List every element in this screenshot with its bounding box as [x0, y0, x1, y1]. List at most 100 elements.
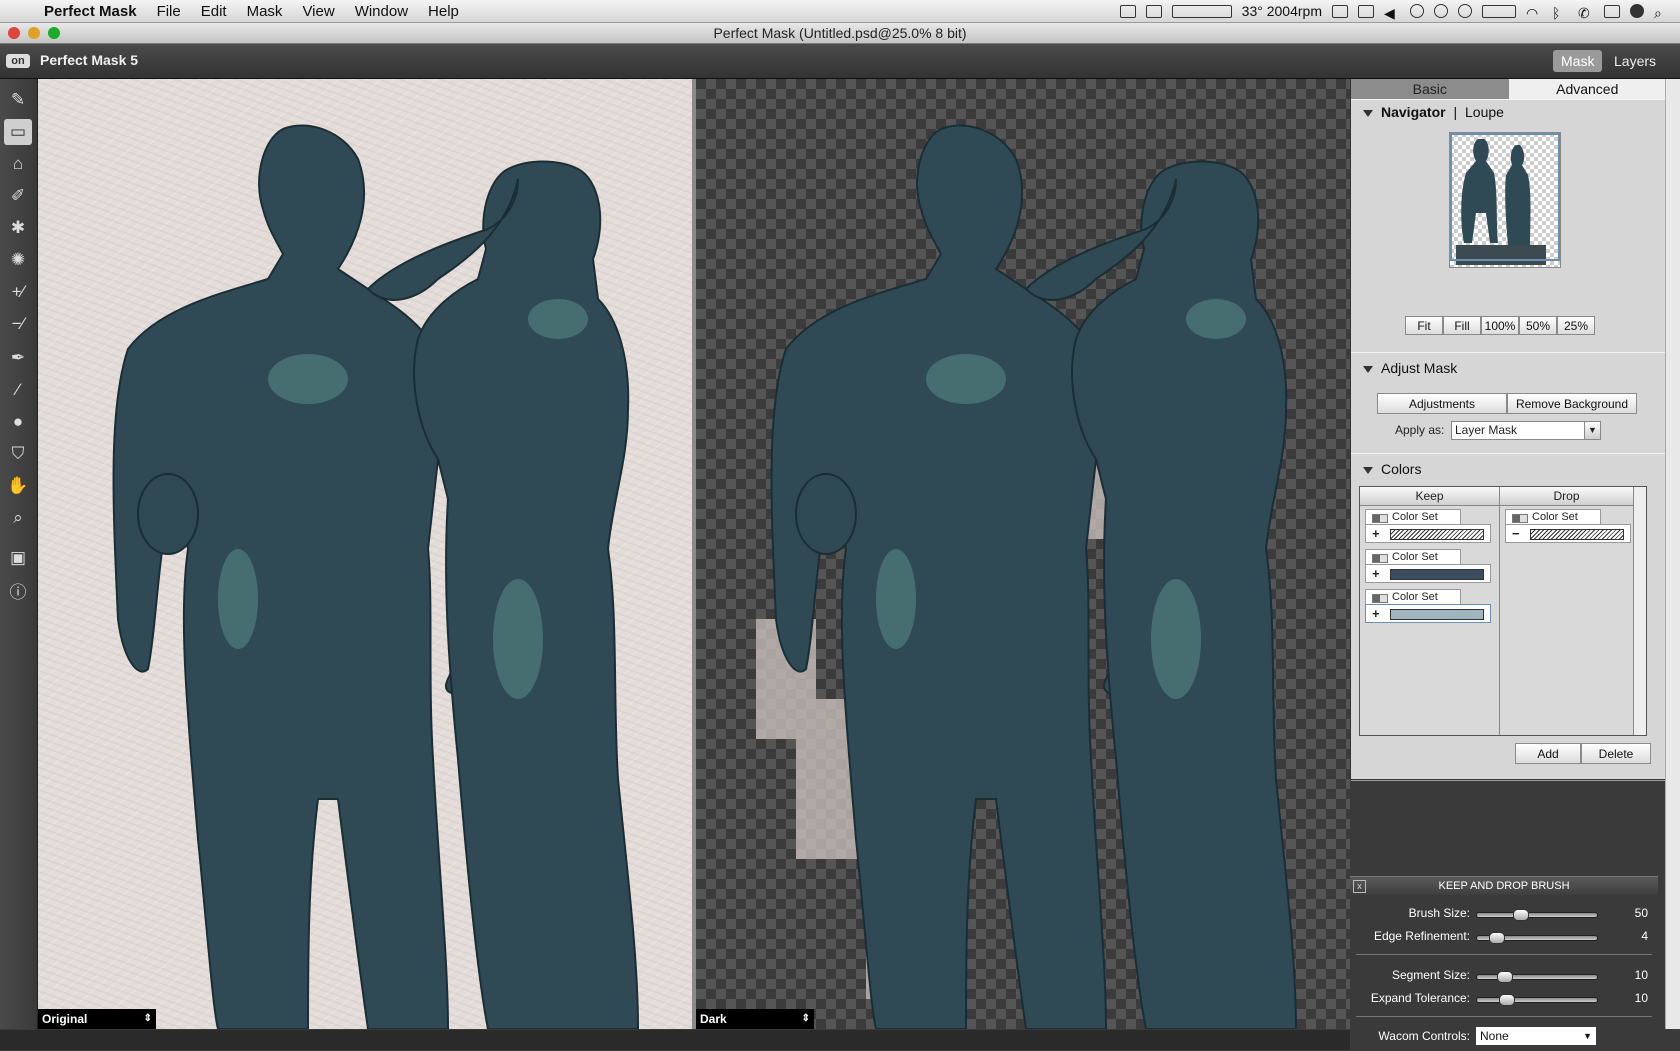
delete-color-set-button[interactable]: Delete [1581, 743, 1651, 764]
disclosure-triangle-icon[interactable] [1363, 467, 1373, 474]
hand-tool-icon[interactable]: ✋ [4, 473, 32, 499]
bucket-tool-icon[interactable]: ⌂ [4, 151, 32, 177]
zoom-100-button[interactable]: 100% [1481, 316, 1519, 335]
edge-refinement-value[interactable]: 4 [1641, 929, 1648, 943]
keep-color-set-3[interactable]: Color Set + [1365, 589, 1491, 625]
left-view-select[interactable]: Original ⇕ [38, 1009, 156, 1029]
adjust-mask-title[interactable]: Adjust Mask [1381, 360, 1457, 376]
result-preview-pane[interactable]: Dark ⇕ [696, 79, 1350, 1029]
magic-brush-tool-icon[interactable]: ✱ [4, 215, 32, 241]
color-set-swatch-row[interactable]: + [1365, 524, 1491, 543]
tab-basic[interactable]: Basic [1351, 79, 1509, 99]
menu-file[interactable]: File [147, 3, 191, 20]
colors-title[interactable]: Colors [1381, 461, 1421, 477]
keep-eyedropper-icon[interactable]: +⁄ [4, 279, 32, 305]
chisel-tool-icon[interactable]: ⁄ [4, 377, 32, 403]
zoom-window-button[interactable] [48, 27, 60, 39]
color-set-swatch-row[interactable]: + [1365, 604, 1491, 623]
time-machine-icon[interactable] [1434, 4, 1448, 18]
brush-size-value[interactable]: 50 [1635, 906, 1648, 920]
user-icon[interactable] [1630, 4, 1644, 18]
keep-drop-brush-tool-icon[interactable]: ✎ [4, 87, 32, 113]
plus-icon[interactable]: + [1372, 605, 1380, 622]
color-swatch[interactable] [1390, 529, 1484, 540]
minus-icon[interactable]: − [1512, 525, 1520, 542]
right-view-select[interactable]: Dark ⇕ [696, 1009, 814, 1029]
expand-tolerance-value[interactable]: 10 [1635, 991, 1648, 1005]
status-icon-2[interactable] [1145, 4, 1162, 18]
splatter-tool-icon[interactable]: ✺ [4, 247, 32, 273]
blur-tool-icon[interactable]: ● [4, 409, 32, 435]
color-swatch[interactable] [1530, 529, 1624, 540]
layers-mode-button[interactable]: Layers [1606, 50, 1664, 72]
expand-tolerance-slider[interactable] [1476, 994, 1598, 1006]
remove-background-button[interactable]: Remove Background [1507, 393, 1637, 414]
drop-eyedropper-icon[interactable]: −⁄ [4, 311, 32, 337]
slider-knob[interactable] [1489, 932, 1505, 944]
colors-scrollbar[interactable] [1633, 487, 1646, 735]
navigator-view-rect[interactable] [1450, 133, 1560, 261]
bluetooth-icon[interactable]: ᛒ [1552, 5, 1568, 21]
edge-refinement-slider[interactable] [1476, 932, 1598, 944]
menu-mask[interactable]: Mask [237, 3, 293, 20]
clock-icon[interactable] [1410, 4, 1424, 18]
loupe-tab[interactable]: Loupe [1465, 104, 1504, 120]
keep-color-set-1[interactable]: Color Set + [1365, 509, 1491, 545]
eraser-tool-icon[interactable]: ▭ [4, 119, 32, 145]
calendar-icon[interactable] [1358, 4, 1374, 18]
slider-knob[interactable] [1497, 971, 1513, 983]
disclosure-triangle-icon[interactable] [1363, 110, 1373, 117]
tab-advanced[interactable]: Advanced [1508, 79, 1666, 99]
paint-bucket-icon[interactable]: ⛉ [4, 441, 32, 467]
volume-icon[interactable]: ◀ [1384, 5, 1400, 21]
sync-icon[interactable] [1458, 4, 1472, 18]
slider-knob[interactable] [1499, 994, 1515, 1006]
display-icon[interactable] [1604, 4, 1620, 18]
navigator-title[interactable]: Navigator [1381, 104, 1446, 120]
adjust-mask-header[interactable]: Adjust Mask [1363, 360, 1457, 376]
minimize-window-button[interactable] [28, 27, 40, 39]
zoom-25-button[interactable]: 25% [1557, 316, 1595, 335]
close-icon[interactable]: x [1353, 880, 1366, 893]
pen-tool-icon[interactable]: ✒ [4, 345, 32, 371]
close-window-button[interactable] [8, 27, 20, 39]
color-set-swatch-row[interactable]: − [1505, 524, 1631, 543]
menu-help[interactable]: Help [418, 3, 469, 20]
menu-app-name[interactable]: Perfect Mask [34, 3, 147, 20]
fan-speed-readout[interactable]: 33° 2004rpm [1242, 3, 1322, 19]
memory-meter-icon[interactable] [1171, 4, 1232, 18]
zoom-tool-icon[interactable]: ⌕ [4, 505, 32, 531]
zoom-fill-button[interactable]: Fill [1443, 316, 1481, 335]
info-icon[interactable]: ⓘ [4, 577, 32, 603]
zoom-50-button[interactable]: 50% [1519, 316, 1557, 335]
status-icon-1[interactable] [1119, 4, 1136, 18]
navigator-header[interactable]: Navigator | Loupe [1363, 104, 1504, 120]
brush-tool-icon[interactable]: ✐ [4, 183, 32, 209]
slider-knob[interactable] [1513, 909, 1529, 921]
panel-scrollbar[interactable] [1665, 79, 1680, 1029]
keep-color-set-2[interactable]: Color Set + [1365, 549, 1491, 585]
split-view-icon[interactable]: ▣ [4, 545, 32, 571]
drop-color-set-1[interactable]: Color Set − [1505, 509, 1631, 545]
phone-icon[interactable]: ✆ [1578, 5, 1594, 21]
color-swatch[interactable] [1390, 609, 1484, 620]
menu-view[interactable]: View [292, 3, 344, 20]
add-color-set-button[interactable]: Add [1515, 743, 1581, 764]
cpu-graph-icon[interactable] [1482, 4, 1516, 18]
segment-size-value[interactable]: 10 [1635, 968, 1648, 982]
wifi-icon[interactable]: ◠ [1526, 5, 1542, 21]
plus-icon[interactable]: + [1372, 565, 1380, 582]
mask-mode-button[interactable]: Mask [1553, 50, 1603, 72]
segment-size-slider[interactable] [1476, 971, 1598, 983]
battery-icon[interactable] [1332, 4, 1348, 18]
original-preview-pane[interactable]: Original ⇕ [38, 79, 692, 1029]
colors-header[interactable]: Colors [1363, 461, 1421, 477]
adjustments-button[interactable]: Adjustments [1377, 393, 1507, 414]
plus-icon[interactable]: + [1372, 525, 1380, 542]
menu-window[interactable]: Window [345, 3, 418, 20]
wacom-controls-select[interactable]: None ▼ [1476, 1027, 1596, 1045]
color-swatch[interactable] [1390, 569, 1484, 580]
apply-as-select[interactable]: Layer Mask ▼ [1451, 421, 1601, 440]
navigator-thumbnail[interactable] [1449, 132, 1561, 268]
color-set-swatch-row[interactable]: + [1365, 564, 1491, 583]
